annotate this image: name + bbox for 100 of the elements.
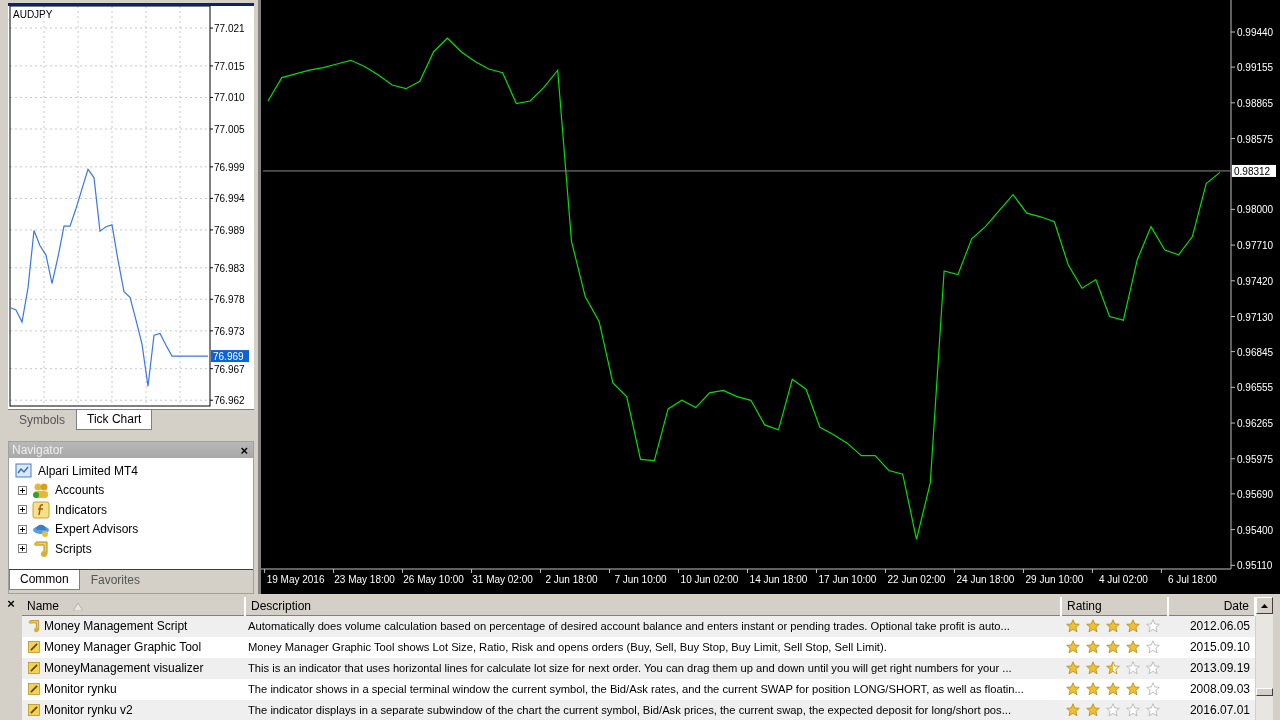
star-icon <box>1066 703 1080 717</box>
close-button[interactable]: × <box>238 443 250 457</box>
star-icon <box>1126 640 1140 654</box>
star-icon <box>1126 661 1140 675</box>
table-cell: 2016.07.01 <box>1168 699 1255 720</box>
scroll-icon <box>27 619 41 634</box>
axis-label: 0.96555 <box>1237 382 1274 394</box>
axis-label: 76.999 <box>214 161 245 173</box>
expand-icon[interactable] <box>18 524 27 534</box>
tree-item[interactable]: Scripts <box>55 539 92 558</box>
star-icon <box>1126 682 1140 696</box>
tree-item[interactable]: Alpari Limited MT4 <box>38 461 139 480</box>
axis-label: 76.973 <box>214 325 245 337</box>
axis-label: 2 Jun 18:00 <box>545 574 598 585</box>
axis-label: 0.97130 <box>1237 311 1274 323</box>
axis-label: 0.96845 <box>1237 346 1274 358</box>
tab[interactable]: Favorites <box>79 570 152 591</box>
axis-label: 77.015 <box>214 60 245 72</box>
axis-label: 14 Jun 18:00 <box>749 574 808 585</box>
price-label: 0.98312 <box>1232 164 1276 177</box>
axis-label: 17 Jun 10:00 <box>818 574 877 585</box>
axis-label: 76.989 <box>214 224 245 236</box>
star-icon <box>1066 619 1080 634</box>
expand-icon[interactable] <box>18 485 27 495</box>
close-button[interactable]: × <box>5 597 17 610</box>
axis-label: 26 May 10:00 <box>403 574 464 585</box>
axis-label: 29 Jun 10:00 <box>1025 574 1084 585</box>
chart-title: AUDJPY <box>13 9 53 20</box>
table-cell: The indicator shows in a special terminal window the current symbol, the Bid/Ask rates, and the current SWAP for position LONG/SHORT, as well as floatin... <box>245 678 1061 700</box>
axis-label: 6 Jul 18:00 <box>1167 574 1217 585</box>
star-icon <box>1126 619 1140 634</box>
axis-label: 0.98865 <box>1237 97 1274 109</box>
terminal-icon <box>15 461 33 480</box>
tree-item[interactable]: Accounts <box>55 481 105 500</box>
star-icon <box>1086 703 1100 717</box>
tab[interactable]: Symbols <box>8 410 76 431</box>
star-icon <box>1106 661 1120 675</box>
scroll-up-button[interactable] <box>1256 597 1273 614</box>
axis-label: 77.005 <box>214 124 245 135</box>
axis-label: 0.95400 <box>1237 524 1274 536</box>
star-icon <box>1106 682 1120 696</box>
panel-title: Navigator <box>12 442 64 459</box>
axis-label: 22 Jun 02:00 <box>887 574 946 585</box>
star-icon <box>1066 640 1080 654</box>
table-cell: 2013.09.19 <box>1168 657 1255 679</box>
pencil-icon <box>27 640 41 654</box>
star-icon <box>1086 682 1100 696</box>
star-icon <box>1106 640 1120 654</box>
star-icon <box>1086 640 1100 654</box>
axis-label: 76.983 <box>214 262 245 274</box>
axis-label: 0.98000 <box>1237 204 1274 216</box>
pencil-icon <box>27 703 41 717</box>
star-icon <box>1146 703 1160 717</box>
star-icon <box>1066 682 1080 696</box>
table-cell: 2008.09.03 <box>1168 678 1255 700</box>
column-header[interactable]: Name <box>22 597 245 616</box>
axis-label: 0.97710 <box>1237 240 1274 252</box>
axis-label: 0.98575 <box>1237 133 1274 145</box>
star-icon <box>1086 661 1100 675</box>
axis-label: 31 May 02:00 <box>472 574 533 585</box>
axis-label: 19 May 2016 <box>266 574 325 585</box>
column-header[interactable]: Description <box>245 597 1061 616</box>
axis-label: 23 May 18:00 <box>334 574 395 585</box>
ref-line-label: 0.98312 <box>1234 165 1271 177</box>
star-icon <box>1106 619 1120 634</box>
table-cell: 2015.09.10 <box>1168 636 1255 658</box>
star-icon <box>1146 640 1160 654</box>
axis-label: 0.96265 <box>1237 418 1274 430</box>
scroll-icon <box>32 539 50 558</box>
tab[interactable]: Common <box>9 570 80 590</box>
axis-label: 0.95690 <box>1237 488 1274 500</box>
star-icon <box>1066 661 1080 675</box>
column-header[interactable]: Date <box>1168 597 1255 616</box>
axis-label: 77.021 <box>214 23 245 35</box>
star-icon <box>1146 682 1160 696</box>
star-icon <box>1106 703 1120 717</box>
axis-label: 76.967 <box>214 363 245 375</box>
axis-label: 76.962 <box>214 395 245 407</box>
axis-label: 76.994 <box>214 193 245 205</box>
scrollbar-thumb[interactable] <box>1256 688 1273 696</box>
column-header[interactable]: Rating <box>1061 597 1168 616</box>
tab[interactable]: Tick Chart <box>76 410 153 430</box>
expand-icon[interactable] <box>18 544 27 554</box>
tree-item[interactable]: Expert Advisors <box>55 520 139 539</box>
expand-icon[interactable] <box>18 505 27 515</box>
star-icon <box>1126 703 1140 717</box>
tree-item[interactable]: Indicators <box>55 500 108 519</box>
table-cell: Money Manager Graphic Tool shows Lot Size, Ratio, Risk and opens orders (Buy, Sell, Buy Stop, Buy Limit, Sell Stop, Sell Limit). <box>245 636 1061 658</box>
star-icon <box>1086 619 1100 634</box>
axis-label: 76.978 <box>214 294 245 306</box>
function-icon <box>32 500 50 519</box>
scrollbar[interactable] <box>1256 597 1273 720</box>
table-cell: 2012.06.05 <box>1168 615 1255 637</box>
axis-label: 0.99155 <box>1237 62 1274 74</box>
axis-label: 0.95110 <box>1237 560 1273 572</box>
pencil-icon <box>27 682 41 696</box>
axis-label: 0.97420 <box>1237 275 1274 287</box>
axis-label: 24 Jun 18:00 <box>956 574 1015 585</box>
table-cell: This is an indicator that uses horizontal lines for calculate lot size for next order. You can drag them up and down until you will get right numbers for your ... <box>245 657 1061 679</box>
pencil-icon <box>27 661 41 675</box>
